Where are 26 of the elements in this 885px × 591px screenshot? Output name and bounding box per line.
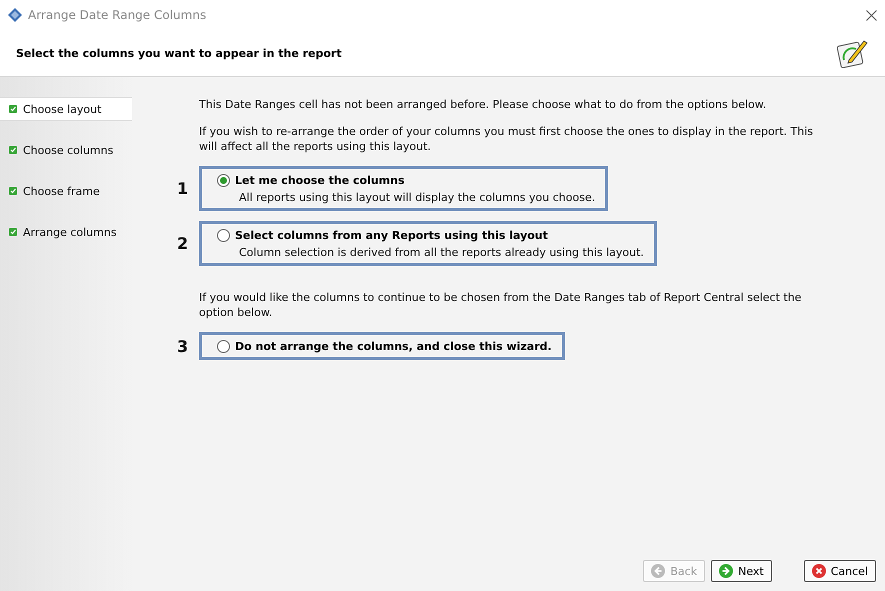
- header-title: Select the columns you want to appear in the report: [16, 46, 343, 60]
- app-logo-icon: [8, 8, 22, 22]
- option-description: Column selection is derived from all the reports already using this layout.: [238, 246, 644, 259]
- option-number: 3: [177, 336, 190, 356]
- radio-button[interactable]: [217, 174, 230, 187]
- cancel-button[interactable]: Cancel: [804, 560, 876, 582]
- option-label[interactable]: Do not arrange the columns, and close this wizard.: [235, 340, 552, 353]
- option-label[interactable]: Let me choose the columns: [235, 174, 405, 187]
- window-title: Arrange Date Range Columns: [28, 8, 208, 22]
- option-number: 2: [177, 234, 190, 253]
- sidebar-item[interactable]: Choose frame: [0, 179, 132, 203]
- radio-button[interactable]: [217, 340, 230, 353]
- sidebar-item[interactable]: Arrange columns: [0, 220, 132, 244]
- option-label[interactable]: Select columns from any Reports using this layout: [235, 229, 548, 242]
- radio-button[interactable]: [217, 229, 230, 242]
- instruction-text: If you would like the columns to continue to be chosen from the Date Ranges tab of Report Central select the option below.: [199, 290, 802, 320]
- pencil-drawing-icon: [837, 38, 869, 68]
- close-icon[interactable]: [866, 10, 877, 20]
- instruction-text: This Date Ranges cell has not been arranged before. Please choose what to do from the options below.: [199, 97, 768, 112]
- close-icon: [812, 564, 826, 578]
- next-button[interactable]: Next: [711, 560, 772, 582]
- option-number: 1: [177, 179, 190, 198]
- instruction-text: If you wish to re-arrange the order of your columns you must first choose the ones to display in the report. This will affect all the reports using this layout.: [199, 124, 814, 154]
- sidebar-item[interactable]: Choose layout: [0, 97, 132, 121]
- sidebar-item[interactable]: Choose columns: [0, 138, 132, 162]
- option-description: All reports using this layout will display the columns you choose.: [238, 191, 596, 204]
